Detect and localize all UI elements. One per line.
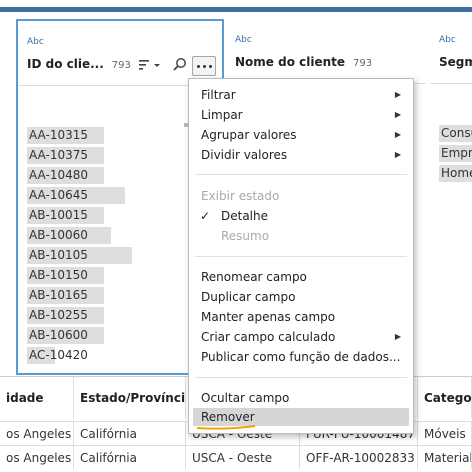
value-row[interactable]: Home [439, 163, 472, 183]
field-count: 793 [111, 60, 131, 71]
value-row[interactable]: AA-10645 [27, 185, 125, 205]
table-cell[interactable]: os Angeles [0, 421, 74, 445]
table-cell[interactable]: Califórnia [74, 445, 186, 469]
type-label: Abc [235, 35, 252, 45]
menu-item-rename-field[interactable]: Renomear campo [201, 268, 403, 286]
menu-item-filter[interactable]: Filtrar ▶ [201, 86, 403, 104]
table-cell[interactable]: USCA - Oeste [186, 445, 300, 469]
value-row[interactable]: AC-10420 [27, 345, 88, 365]
table-cell[interactable]: os Angeles [0, 445, 74, 469]
column-header-category[interactable]: Categori [418, 377, 472, 419]
value-label: AB-10015 [29, 208, 88, 222]
value-label: AB-10150 [29, 268, 88, 282]
menu-item-keep-only-field[interactable]: Manter apenas campo [201, 308, 403, 326]
value-label: AA-10480 [29, 168, 88, 182]
menu-item-group-values[interactable]: Agrupar valores ▶ [201, 126, 403, 144]
type-label: Abc [27, 37, 44, 47]
submenu-arrow-icon: ▶ [394, 110, 401, 119]
table-cell[interactable]: Móveis [418, 421, 472, 445]
menu-item-view-state: Exibir estado [201, 189, 280, 203]
more-options-button[interactable] [192, 56, 216, 76]
value-list: AA-10315 AA-10375 AA-10480 AA-10645 AB-10015… [27, 125, 132, 365]
value-row[interactable]: AB-10600 [27, 325, 104, 345]
value-row[interactable]: AA-10375 [27, 145, 104, 165]
menu-item-detail[interactable]: ✓ Detalhe [200, 207, 403, 225]
value-label: AB-10060 [29, 228, 88, 242]
value-label: AB-10165 [29, 288, 88, 302]
menu-item-split-values[interactable]: Dividir valores ▶ [201, 146, 403, 164]
value-row[interactable]: Empr [439, 143, 472, 163]
submenu-arrow-icon: ▶ [394, 150, 401, 159]
value-label: AA-10375 [29, 148, 88, 162]
menu-item-duplicate-field[interactable]: Duplicar campo [201, 288, 403, 306]
table-cell[interactable]: OFF-AR-10002833 [300, 445, 418, 469]
value-label: Home [441, 166, 472, 180]
menu-item-summary: Resumo [221, 229, 270, 243]
field-title: ID do clie... 793 [27, 57, 131, 71]
menu-separator [195, 174, 407, 175]
value-row[interactable]: AB-10015 [27, 205, 104, 225]
value-label: AB-10255 [29, 308, 88, 322]
menu-item-clear[interactable]: Limpar ▶ [201, 106, 403, 124]
field-title: Nome do cliente 793 [235, 55, 372, 69]
field-name: ID do clie... [27, 57, 104, 71]
value-row[interactable]: AB-10060 [27, 225, 111, 245]
column-header-city[interactable]: idade [0, 377, 74, 419]
highlight-underline [196, 425, 256, 430]
submenu-arrow-icon: ▶ [394, 130, 401, 139]
value-row[interactable]: AB-10255 [27, 305, 104, 325]
menu-separator [195, 377, 407, 378]
value-label: AB-10105 [29, 248, 88, 262]
value-list: Consu Empr Home [439, 123, 472, 183]
profile-card-segment[interactable]: Abc Segme Consu Empr Home [430, 19, 472, 371]
field-count: 793 [353, 58, 373, 69]
context-menu: Filtrar ▶ Limpar ▶ Agrupar valores ▶ Dividi… [188, 78, 414, 434]
type-label: Abc [439, 35, 456, 45]
submenu-arrow-icon: ▶ [394, 332, 401, 341]
value-label: AA-10645 [29, 188, 88, 202]
value-label: Empr [441, 146, 472, 160]
field-title: Segme [439, 55, 472, 69]
value-row[interactable]: AA-10315 [27, 125, 104, 145]
accent-stripe [0, 7, 472, 12]
value-row[interactable]: AA-10480 [27, 165, 104, 185]
value-label: AA-10315 [29, 128, 88, 142]
divider [430, 83, 472, 84]
value-row[interactable]: AB-10105 [27, 245, 132, 265]
field-name: Nome do cliente [235, 55, 346, 69]
value-label: Consu [441, 126, 472, 140]
menu-separator [195, 256, 407, 257]
search-icon[interactable] [172, 56, 188, 72]
sort-icon[interactable] [138, 56, 162, 72]
menu-item-hide-field[interactable]: Ocultar campo [201, 389, 403, 407]
menu-item-publish-data-role[interactable]: Publicar como função de dados... [201, 348, 403, 366]
value-row[interactable]: AB-10150 [27, 265, 104, 285]
checkmark-icon: ✓ [200, 209, 211, 223]
table-cell[interactable]: Califórnia [74, 421, 186, 445]
table-cell[interactable]: Material [418, 445, 472, 469]
menu-item-create-calculated-field[interactable]: Criar campo calculado ▶ [201, 328, 403, 346]
value-label: AC-10420 [29, 348, 88, 362]
submenu-arrow-icon: ▶ [394, 90, 401, 99]
value-row[interactable]: Consu [439, 123, 472, 143]
top-bar [0, 0, 472, 14]
value-row[interactable]: AB-10165 [27, 285, 104, 305]
column-header-state[interactable]: Estado/Província [74, 377, 186, 419]
value-label: AB-10600 [29, 328, 88, 342]
